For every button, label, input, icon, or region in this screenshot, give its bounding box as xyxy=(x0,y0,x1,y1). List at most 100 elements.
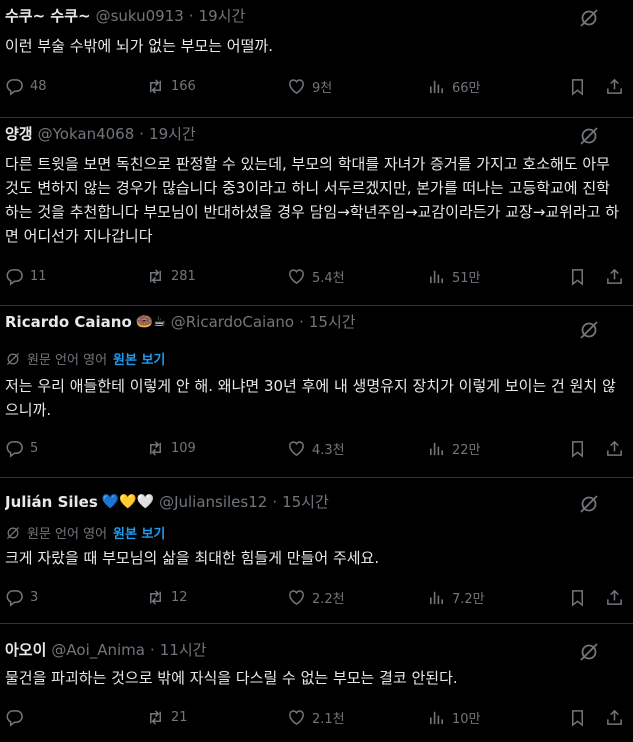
views-chart-icon xyxy=(429,591,444,605)
dot-separator: · xyxy=(299,313,304,331)
share-button[interactable] xyxy=(605,267,624,286)
post-text: 저는 우리 애들한테 이렇게 안 해. 왜냐면 30년 후에 내 생명유지 장치… xyxy=(5,377,616,419)
views-chart-icon xyxy=(429,711,444,725)
repost-button[interactable]: 21 xyxy=(146,708,188,727)
reply-post[interactable]: Ricardo Caiano 🍩☕ @RicardoCaiano · 15시간 … xyxy=(0,306,633,478)
action-bar: 48 166 9천 66만 xyxy=(0,77,633,99)
translate-icon xyxy=(6,526,20,539)
author-handle[interactable]: @Juliansiles12 xyxy=(159,492,267,512)
translation-label: 원문 언어 영어 xyxy=(27,353,108,368)
grok-icon[interactable] xyxy=(579,8,599,28)
view-count: 66만 xyxy=(452,81,481,96)
post-time[interactable]: 11시간 xyxy=(160,640,207,660)
post-time[interactable]: 15시간 xyxy=(309,312,356,332)
reply-post[interactable]: 양갱 @Yokan4068 · 19시간 다른 트윗을 보면 독친으로 판정할 … xyxy=(0,118,633,306)
dot-separator: · xyxy=(150,641,155,659)
repost-button[interactable]: 281 xyxy=(146,267,196,286)
repost-count: 281 xyxy=(171,269,196,284)
repost-button[interactable]: 12 xyxy=(146,588,188,607)
views-chart-icon xyxy=(429,80,444,94)
like-button[interactable]: 2.1천 xyxy=(287,708,345,727)
views-button[interactable]: 51만 xyxy=(427,267,481,286)
share-icon xyxy=(607,440,622,456)
reply-icon xyxy=(6,710,23,727)
share-button[interactable] xyxy=(605,439,624,458)
author-handle[interactable]: @Aoi_Anima xyxy=(51,640,145,660)
bookmark-button[interactable] xyxy=(568,708,587,727)
show-original-link[interactable]: 원본 보기 xyxy=(113,523,165,542)
retweet-icon xyxy=(149,590,162,605)
like-button[interactable]: 5.4천 xyxy=(287,267,345,286)
retweet-icon xyxy=(149,710,162,725)
reply-post[interactable]: 아오이 @Aoi_Anima · 11시간 물건을 파괴하는 것으로 밖에 자식… xyxy=(0,624,633,742)
reply-icon xyxy=(6,269,23,286)
post-time[interactable]: 19시간 xyxy=(199,6,246,26)
bookmark-icon xyxy=(571,710,584,727)
translation-label: 원문 언어 영어 xyxy=(27,527,108,542)
reply-button[interactable]: 48 xyxy=(5,77,47,96)
share-icon xyxy=(607,78,622,94)
post-time[interactable]: 19시간 xyxy=(149,124,196,144)
author-handle[interactable]: @suku0913 xyxy=(96,6,184,26)
view-count: 22만 xyxy=(452,443,481,458)
like-button[interactable]: 2.2천 xyxy=(287,588,345,607)
translation-note: 원문 언어 영어 원본 보기 xyxy=(5,349,165,368)
reply-count: 11 xyxy=(30,269,47,284)
reply-button[interactable] xyxy=(5,708,30,727)
reply-post[interactable]: Julián Siles 💙💛🤍 @Juliansiles12 · 15시간 원… xyxy=(0,478,633,624)
author-name[interactable]: 수쿠~ 수쿠~ xyxy=(5,6,91,26)
author-handle[interactable]: @Yokan4068 xyxy=(38,124,135,144)
post-time[interactable]: 15시간 xyxy=(282,492,329,512)
reply-button[interactable]: 3 xyxy=(5,588,38,607)
bookmark-button[interactable] xyxy=(568,588,587,607)
post-text: 물건을 파괴하는 것으로 밖에 자식을 다스릴 수 없는 부모는 결코 안된다. xyxy=(5,669,458,687)
author-name[interactable]: 아오이 xyxy=(5,640,46,660)
reply-count: 48 xyxy=(30,79,47,94)
grok-icon[interactable] xyxy=(579,494,599,514)
heart-icon xyxy=(289,710,304,726)
action-bar: 3 12 2.2천 7.2만 xyxy=(0,588,633,610)
grok-icon[interactable] xyxy=(579,642,599,662)
views-button[interactable]: 66만 xyxy=(427,77,481,96)
grok-icon[interactable] xyxy=(579,320,599,340)
translation-note: 원문 언어 영어 원본 보기 xyxy=(5,523,165,542)
author-name[interactable]: Julián Siles xyxy=(5,492,98,512)
grok-icon[interactable] xyxy=(579,126,599,146)
share-button[interactable] xyxy=(605,77,624,96)
bookmark-button[interactable] xyxy=(568,267,587,286)
view-count: 10만 xyxy=(452,712,481,727)
bookmark-icon xyxy=(571,590,584,607)
translate-icon xyxy=(6,352,20,365)
views-button[interactable]: 7.2만 xyxy=(427,588,485,607)
show-original-link[interactable]: 원본 보기 xyxy=(113,349,165,368)
like-count: 2.1천 xyxy=(312,712,345,727)
repost-count: 21 xyxy=(171,710,188,725)
share-button[interactable] xyxy=(605,588,624,607)
author-name[interactable]: Ricardo Caiano xyxy=(5,312,132,332)
views-button[interactable]: 22만 xyxy=(427,439,481,458)
reply-button[interactable]: 5 xyxy=(5,439,38,458)
views-button[interactable]: 10만 xyxy=(427,708,481,727)
share-button[interactable] xyxy=(605,708,624,727)
reply-icon xyxy=(6,79,23,96)
repost-count: 12 xyxy=(171,590,188,605)
reply-button[interactable]: 11 xyxy=(5,267,47,286)
heart-icon xyxy=(289,590,304,606)
bookmark-button[interactable] xyxy=(568,439,587,458)
bookmark-button[interactable] xyxy=(568,77,587,96)
share-icon xyxy=(607,268,622,284)
heart-icon xyxy=(289,269,304,285)
like-button[interactable]: 9천 xyxy=(287,77,332,96)
bookmark-icon xyxy=(571,79,584,96)
retweet-icon xyxy=(149,269,162,284)
author-name[interactable]: 양갱 xyxy=(5,124,33,144)
like-button[interactable]: 4.3천 xyxy=(287,439,345,458)
reply-icon xyxy=(6,441,23,458)
repost-button[interactable]: 109 xyxy=(146,439,196,458)
like-count: 5.4천 xyxy=(312,271,345,286)
dot-separator: · xyxy=(272,493,278,511)
repost-button[interactable]: 166 xyxy=(146,77,196,96)
author-handle[interactable]: @RicardoCaiano xyxy=(171,312,294,332)
bookmark-icon xyxy=(571,269,584,286)
reply-post[interactable]: 수쿠~ 수쿠~ @suku0913 · 19시간 이런 부술 수밖에 뇌가 없는… xyxy=(0,0,633,118)
